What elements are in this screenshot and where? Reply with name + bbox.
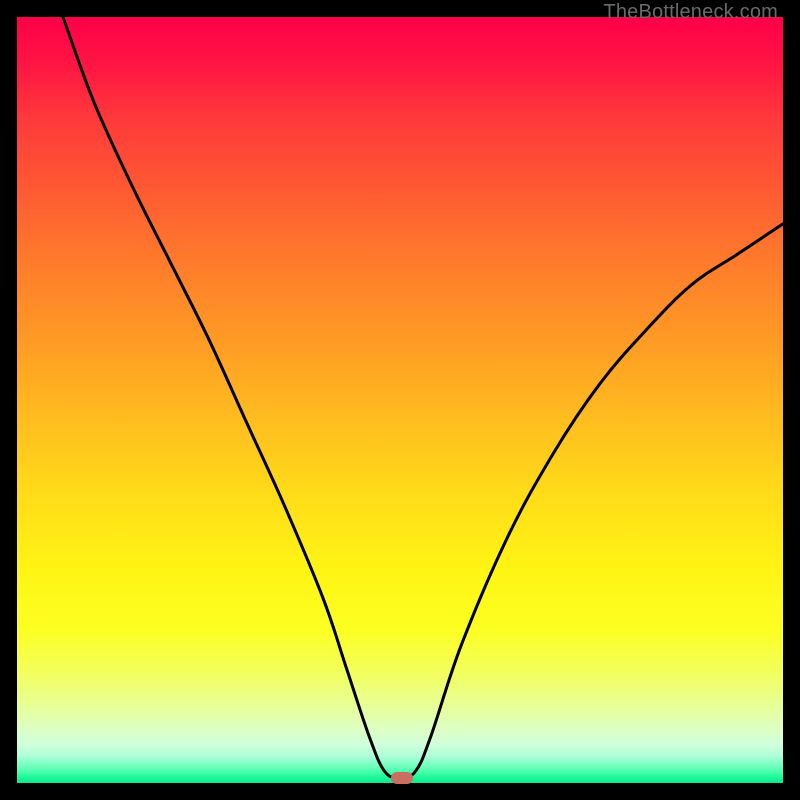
watermark-text: TheBottleneck.com xyxy=(603,1,778,24)
bottleneck-curve xyxy=(17,17,783,783)
plot-area xyxy=(17,17,783,783)
optimal-marker xyxy=(391,772,413,784)
chart-frame: TheBottleneck.com xyxy=(0,0,800,800)
